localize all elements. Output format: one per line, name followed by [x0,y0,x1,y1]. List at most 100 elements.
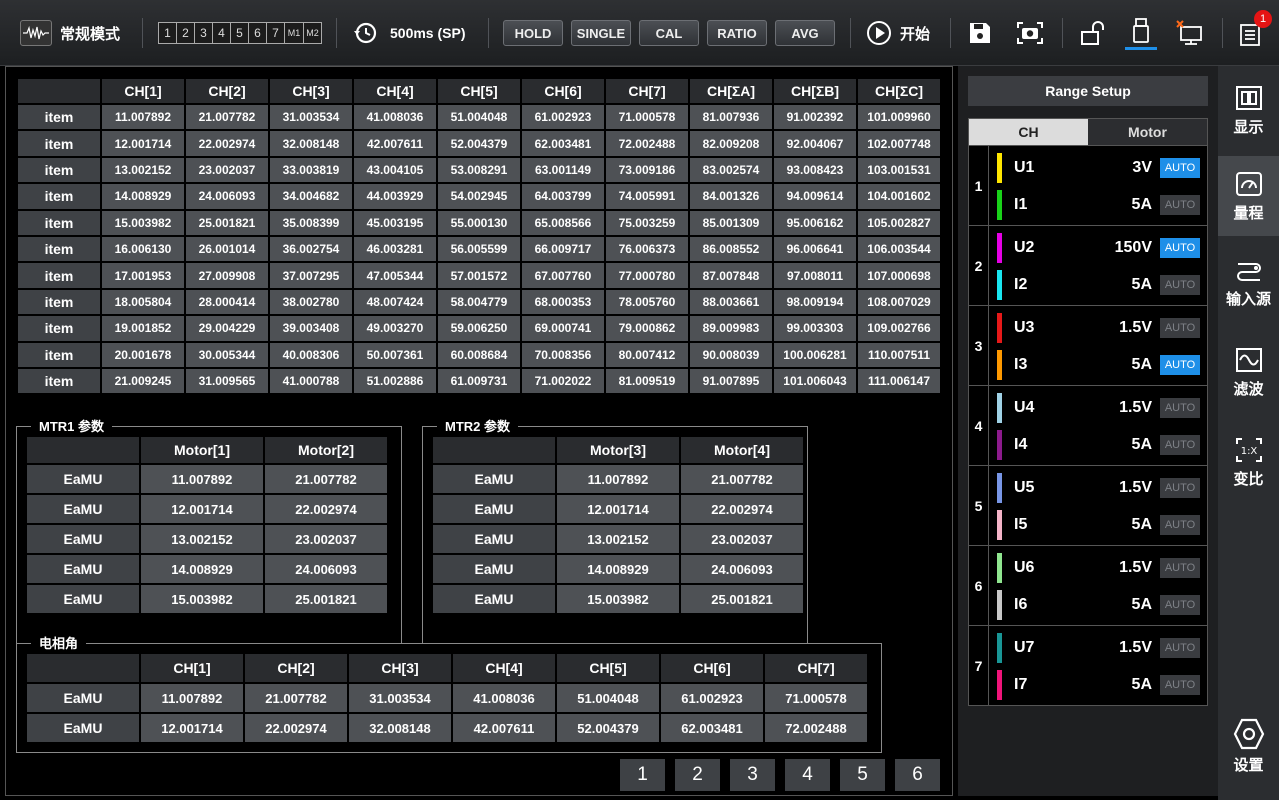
table-cell: 61.002923 [522,105,604,130]
notification-button[interactable]: 1 [1234,0,1272,66]
table-cell: 35.008399 [270,210,352,235]
range-value[interactable]: 1.5V [1054,479,1160,497]
range-value[interactable]: 5A [1054,356,1160,374]
page-button-m1[interactable]: M1 [284,22,303,44]
range-row-voltage[interactable]: U4 1.5V AUTO [989,390,1208,426]
range-row-voltage[interactable]: U5 1.5V AUTO [989,470,1208,506]
auto-toggle[interactable]: AUTO [1160,478,1200,498]
start-button[interactable]: 开始 [866,0,930,66]
channel-number: 6 [969,546,989,625]
single-button[interactable]: SINGLE [571,20,631,46]
auto-toggle[interactable]: AUTO [1160,275,1200,295]
auto-toggle[interactable]: AUTO [1160,355,1200,375]
nav-range[interactable]: 量程 [1218,156,1279,236]
range-row-current[interactable]: I6 5A AUTO [989,587,1208,623]
save-button[interactable] [966,0,994,66]
auto-toggle[interactable]: AUTO [1160,638,1200,658]
table-row: item 21.009245 31.009565 41.000788 51.002886… [18,368,940,394]
mode-selector[interactable]: 常规模式 [20,0,120,66]
range-value[interactable]: 5A [1054,516,1160,534]
range-row-voltage[interactable]: U6 1.5V AUTO [989,550,1208,586]
range-row-current[interactable]: I2 5A AUTO [989,267,1208,303]
table-cell: 12.001714 [102,131,184,156]
nav-ratio[interactable]: 1:X 变比 [1218,422,1279,502]
lock-button[interactable] [1078,0,1108,66]
table-cell: 47.005344 [354,263,436,288]
table-cell: 32.008148 [349,714,451,742]
auto-toggle[interactable]: AUTO [1160,238,1200,258]
channel-name: U2 [1014,239,1035,256]
usb-button[interactable] [1124,0,1158,66]
page-button-5[interactable]: 5 [840,759,885,791]
page-button-7[interactable]: 7 [266,22,284,44]
channel-color-bar [997,553,1002,583]
range-row-voltage[interactable]: U7 1.5V AUTO [989,630,1208,666]
interval-selector[interactable]: 500ms (SP) [352,0,465,66]
page-button-4[interactable]: 4 [785,759,830,791]
range-row-current[interactable]: I1 5A AUTO [989,187,1208,223]
range-value[interactable]: 5A [1054,676,1160,694]
table-cell: 104.001602 [858,184,940,209]
range-value[interactable]: 5A [1054,436,1160,454]
tab-ch[interactable]: CH [969,119,1088,145]
nav-display[interactable]: 显示 [1218,70,1279,150]
range-row-voltage[interactable]: U2 150V AUTO [989,230,1208,266]
page-button-3[interactable]: 3 [194,22,212,44]
page-button-m2[interactable]: M2 [303,22,322,44]
page-button-2[interactable]: 2 [675,759,720,791]
range-row-current[interactable]: I5 5A AUTO [989,507,1208,543]
network-button[interactable] [1174,0,1206,66]
range-row-current[interactable]: I4 5A AUTO [989,427,1208,463]
range-value[interactable]: 150V [1054,239,1160,257]
range-value[interactable]: 1.5V [1054,559,1160,577]
page-button-1[interactable]: 1 [620,759,665,791]
cal-button[interactable]: CAL [639,20,699,46]
range-value[interactable]: 5A [1054,196,1160,214]
page-button-6[interactable]: 6 [895,759,940,791]
page-button-5[interactable]: 5 [230,22,248,44]
auto-toggle[interactable]: AUTO [1160,675,1200,695]
range-value[interactable]: 1.5V [1054,319,1160,337]
page-button-6[interactable]: 6 [248,22,266,44]
row-label: item [18,105,100,130]
screenshot-button[interactable] [1015,0,1045,66]
auto-toggle[interactable]: AUTO [1160,558,1200,578]
auto-toggle[interactable]: AUTO [1160,515,1200,535]
range-row-current[interactable]: I7 5A AUTO [989,667,1208,703]
range-setup-title: Range Setup [968,76,1208,106]
table-row: item 14.008929 24.006093 34.004682 44.003929… [18,184,940,209]
auto-toggle[interactable]: AUTO [1160,595,1200,615]
ratio-button[interactable]: RATIO [707,20,767,46]
channel-color-bar [997,670,1002,700]
range-value[interactable]: 5A [1054,596,1160,614]
page-button-1[interactable]: 1 [158,22,176,44]
column-header: CH[1] [102,79,184,103]
range-value[interactable]: 3V [1054,159,1160,177]
range-row-current[interactable]: I3 5A AUTO [989,347,1208,383]
range-row-voltage[interactable]: U3 1.5V AUTO [989,310,1208,346]
column-header: CH[6] [522,79,604,103]
range-row-voltage[interactable]: U1 3V AUTO [989,150,1208,186]
range-value[interactable]: 1.5V [1054,639,1160,657]
auto-toggle[interactable]: AUTO [1160,398,1200,418]
table-cell: 21.007782 [245,684,347,712]
auto-toggle[interactable]: AUTO [1160,318,1200,338]
table-cell: 31.009565 [186,368,268,394]
auto-toggle[interactable]: AUTO [1160,158,1200,178]
nav-filter[interactable]: 滤波 [1218,332,1279,412]
auto-toggle[interactable]: AUTO [1160,435,1200,455]
auto-toggle[interactable]: AUTO [1160,195,1200,215]
nav-settings[interactable]: 设置 [1218,706,1279,786]
page-button-2[interactable]: 2 [176,22,194,44]
avg-button[interactable]: AVG [775,20,835,46]
page-button-3[interactable]: 3 [730,759,775,791]
hold-button[interactable]: HOLD [503,20,563,46]
range-value[interactable]: 5A [1054,276,1160,294]
table-cell: 37.007295 [270,263,352,288]
range-value[interactable]: 1.5V [1054,399,1160,417]
table-cell: 52.004379 [557,714,659,742]
page-button-4[interactable]: 4 [212,22,230,44]
nav-input-source[interactable]: 输入源 [1218,242,1279,322]
column-header: CH[7] [765,654,867,682]
tab-motor[interactable]: Motor [1088,119,1207,145]
